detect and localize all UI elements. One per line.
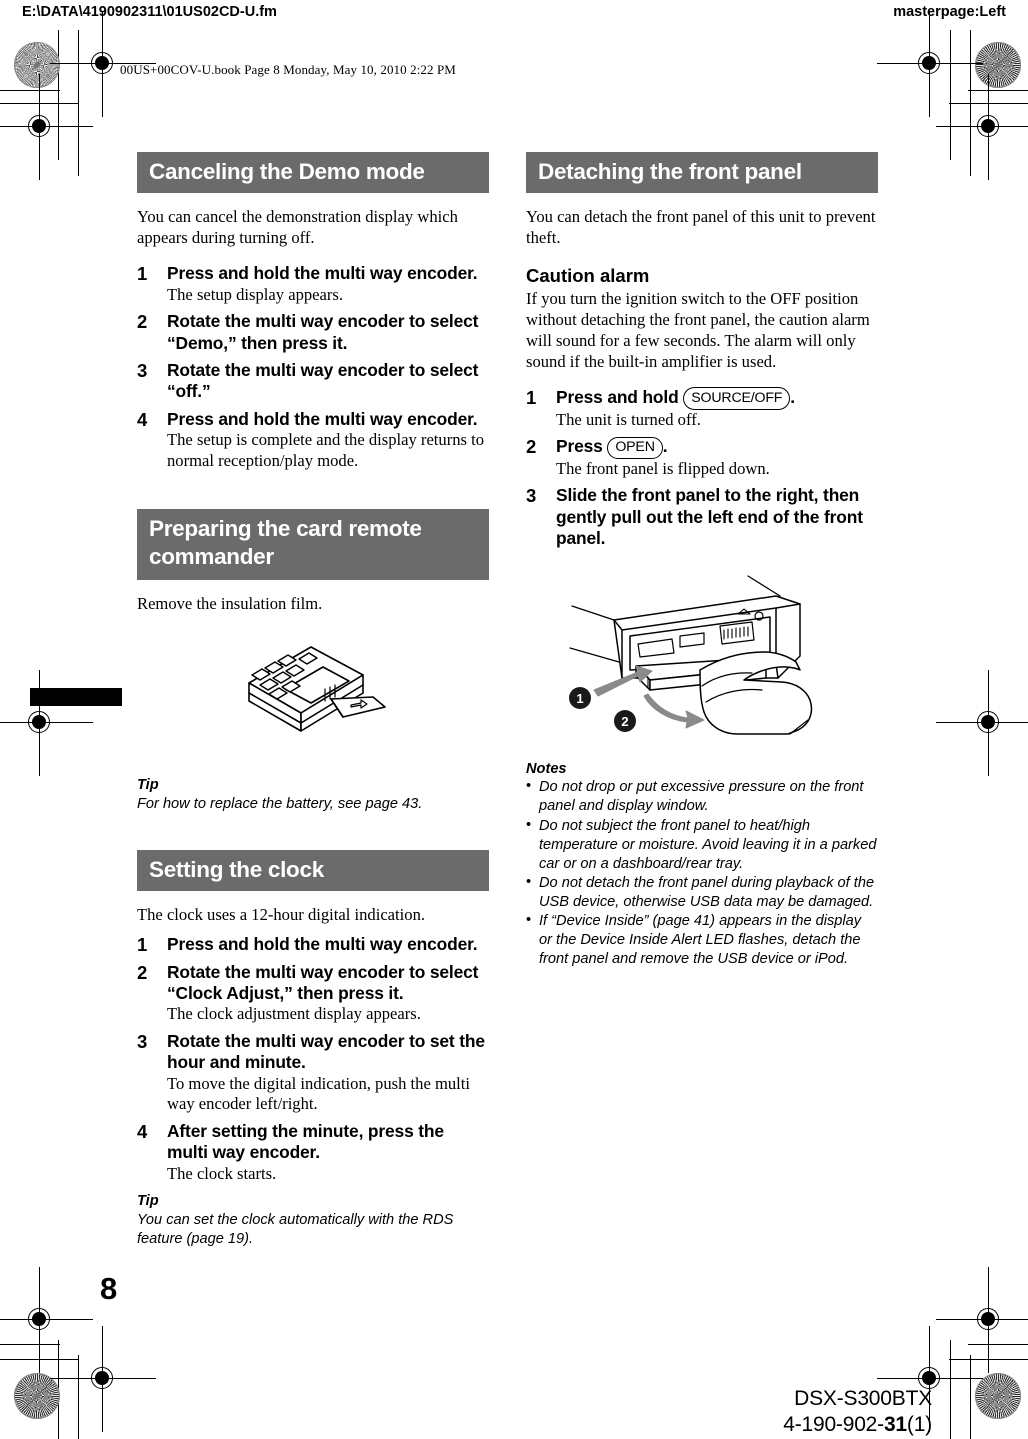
section-intro-preparing-card-remote-commander: Remove the insulation film. [137, 594, 323, 614]
svg-text:2: 2 [621, 714, 628, 729]
notes-label: Notes [526, 760, 567, 777]
step-number: 1 [137, 263, 148, 285]
step-item: 4 After setting the minute, press the mu… [137, 1121, 489, 1184]
tip-label: Tip [137, 1193, 159, 1210]
step-item: 1 Press and hold the multi way encoder. … [137, 263, 489, 305]
step-item: 2 Rotate the multi way encoder to select… [137, 962, 489, 1025]
step-title: Rotate the multi way encoder to select “… [167, 961, 479, 1003]
steps-detaching-front-panel: 1 Press and hold SOURCE/OFF. The unit is… [526, 387, 878, 550]
step-item: 2 Press OPEN. The front panel is flipped… [526, 436, 878, 479]
step-item: 3 Rotate the multi way encoder to set th… [137, 1031, 489, 1115]
manual-page: Canceling the Demo mode You can cancel t… [0, 0, 1028, 1439]
step-item: 4 Press and hold the multi way encoder. … [137, 409, 489, 472]
svg-text:1: 1 [576, 691, 583, 706]
footer-part-revision: 31 [883, 1413, 907, 1437]
remote-commander-svg [248, 646, 386, 732]
step-description: The clock starts. [167, 1163, 277, 1183]
step-title: Slide the front panel to the right, then… [556, 485, 863, 549]
step-title: Press and hold SOURCE/OFF. [556, 387, 878, 410]
step-description: The setup is complete and the display re… [167, 430, 485, 470]
section-preparing-card-remote-commander: Preparing the card remote commander Remo… [137, 509, 489, 813]
footer-identification: DSX-S300BTX 4-190-902-31(1) [783, 1386, 932, 1438]
step-description: To move the digital indication, push the… [167, 1073, 471, 1114]
front-panel-svg: 1 2 [569, 575, 813, 735]
step-number: 3 [137, 1030, 148, 1052]
step-item: 3 Slide the front panel to the right, th… [526, 485, 878, 549]
step-number: 2 [137, 311, 148, 333]
step-title-text: Press and hold [556, 386, 684, 407]
step-number: 4 [137, 1120, 148, 1142]
section-heading-preparing-card-remote-commander: Preparing the card remote commander [137, 509, 489, 581]
step-number: 1 [137, 934, 148, 956]
step-title-suffix: . [662, 436, 668, 457]
section-intro-canceling-demo-mode: You can cancel the demonstration display… [137, 207, 458, 248]
step-description: The setup display appears. [167, 284, 344, 304]
step-description: The front panel is flipped down. [556, 458, 770, 478]
page-number: 8 [100, 1271, 118, 1306]
step-title: Rotate the multi way encoder to set the … [167, 1030, 485, 1073]
step-number: 1 [526, 386, 537, 408]
section-canceling-demo-mode: Canceling the Demo mode You can cancel t… [137, 152, 489, 471]
step-item: 3 Rotate the multi way encoder to select… [137, 360, 489, 403]
step-description: The unit is turned off. [556, 409, 701, 429]
steps-canceling-demo-mode: 1 Press and hold the multi way encoder. … [137, 263, 489, 471]
keycap-open[interactable]: OPEN [607, 436, 663, 459]
steps-setting-the-clock: 1 Press and hold the multi way encoder. … [137, 934, 489, 1184]
footer-part-suffix: (1) [906, 1413, 932, 1437]
subheading-caution-alarm: Caution alarm [526, 265, 650, 287]
tip-text: You can set the clock automatically with… [137, 1211, 454, 1247]
tip-label: Tip [137, 777, 159, 794]
card-remote-commander-illustration [137, 631, 489, 756]
note-item: Do not detach the front panel during pla… [526, 873, 878, 912]
step-title: Press and hold the multi way encoder. [167, 934, 478, 955]
step-title: Press and hold the multi way encoder. [167, 263, 478, 284]
section-intro-setting-the-clock: The clock uses a 12-hour digital indicat… [137, 905, 426, 925]
step-title: After setting the minute, press the mult… [167, 1120, 444, 1163]
step-number: 3 [526, 485, 537, 507]
step-title: Press OPEN. [556, 436, 878, 459]
footer-part-prefix: 4-190-902- [783, 1413, 884, 1437]
step-item: 1 Press and hold SOURCE/OFF. The unit is… [526, 387, 878, 430]
keycap-source-off[interactable]: SOURCE/OFF [683, 387, 791, 410]
footer-part-number: 4-190-902-31(1) [783, 1412, 932, 1438]
left-column: Canceling the Demo mode You can cancel t… [137, 152, 489, 1249]
step-number: 3 [137, 360, 148, 382]
step-title-text: Press [556, 436, 608, 457]
step-title: Rotate the multi way encoder to select “… [167, 360, 479, 402]
note-item: If “Device Inside” (page 41) appears in … [526, 911, 878, 969]
step-description: The clock adjustment display appears. [167, 1004, 421, 1024]
notes-list: Do not drop or put excessive pressure on… [526, 777, 878, 969]
step-title-suffix: . [790, 386, 795, 407]
right-column: Detaching the front panel You can detach… [526, 152, 878, 969]
tip-text: For how to replace the battery, see page… [137, 795, 423, 812]
step-title: Press and hold the multi way encoder. [167, 408, 478, 429]
section-heading-detaching-front-panel: Detaching the front panel [526, 152, 878, 194]
section-setting-the-clock: Setting the clock The clock uses a 12-ho… [137, 849, 489, 1249]
caution-alarm-text: If you turn the ignition switch to the O… [526, 289, 870, 371]
footer-model-number: DSX-S300BTX [794, 1387, 932, 1410]
step-item: 2 Rotate the multi way encoder to select… [137, 311, 489, 354]
section-intro-detaching-front-panel: You can detach the front panel of this u… [526, 207, 876, 248]
step-title: Rotate the multi way encoder to select “… [167, 311, 479, 353]
detaching-front-panel-illustration: 1 2 [526, 574, 878, 744]
step-number: 4 [137, 408, 148, 430]
step-number: 2 [137, 961, 148, 983]
section-heading-canceling-demo-mode: Canceling the Demo mode [137, 152, 489, 194]
step-number: 2 [526, 436, 537, 458]
step-item: 1 Press and hold the multi way encoder. [137, 934, 489, 955]
note-item: Do not drop or put excessive pressure on… [526, 777, 878, 816]
section-heading-setting-the-clock: Setting the clock [137, 849, 489, 892]
note-item: Do not subject the front panel to heat/h… [526, 816, 878, 874]
